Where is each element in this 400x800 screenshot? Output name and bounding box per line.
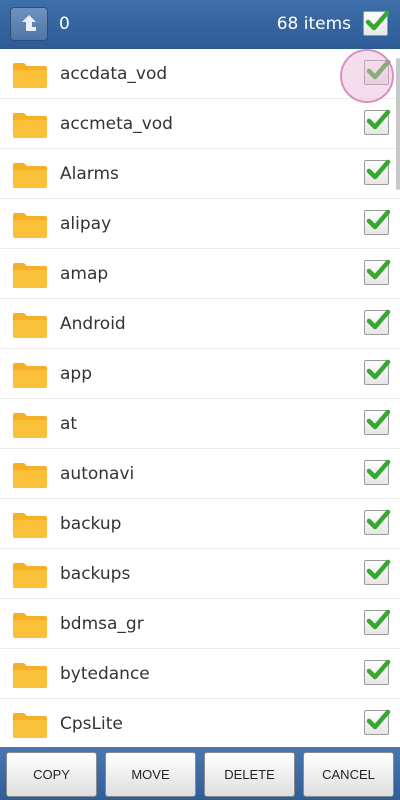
list-item[interactable]: Alarms [0, 149, 400, 199]
checkmark-icon [366, 509, 391, 530]
list-item[interactable]: bytedance [0, 649, 400, 699]
file-name: Android [60, 314, 126, 334]
up-arrow-icon [22, 15, 36, 31]
folder-icon [13, 613, 47, 638]
folder-icon [13, 113, 47, 138]
file-name: accdata_vod [60, 64, 168, 84]
file-name: accmeta_vod [60, 114, 173, 134]
item-checkbox[interactable] [364, 159, 391, 185]
file-name: bdmsa_gr [60, 614, 144, 634]
item-checkbox[interactable] [364, 109, 391, 135]
up-directory-button[interactable] [10, 7, 48, 41]
folder-icon [13, 313, 47, 338]
item-checkbox[interactable] [364, 259, 391, 285]
folder-icon [13, 513, 47, 538]
checkmark-icon [366, 159, 391, 180]
file-name: Alarms [60, 164, 119, 184]
list-item[interactable]: amap [0, 249, 400, 299]
list-item[interactable]: accdata_vod [0, 49, 400, 99]
item-checkbox[interactable] [364, 659, 391, 685]
folder-icon [13, 63, 47, 88]
file-name: backups [60, 564, 131, 584]
item-checkbox[interactable] [364, 409, 391, 435]
item-checkbox[interactable] [364, 609, 391, 635]
list-item[interactable]: Android [0, 299, 400, 349]
checkmark-icon [366, 659, 391, 680]
checkmark-icon [366, 459, 391, 480]
item-checkbox[interactable] [364, 509, 391, 535]
list-item[interactable]: at [0, 399, 400, 449]
cancel-button[interactable]: CANCEL [303, 752, 394, 797]
checkmark-icon [366, 259, 391, 280]
item-checkbox[interactable] [364, 359, 391, 385]
list-item[interactable]: app [0, 349, 400, 399]
checkmark-icon [366, 109, 391, 130]
list-item[interactable]: autonavi [0, 449, 400, 499]
checkmark-icon [366, 209, 391, 230]
item-checkbox[interactable] [364, 309, 391, 335]
item-checkbox[interactable] [364, 559, 391, 585]
checkmark-icon [366, 309, 391, 330]
checkmark-icon [366, 409, 391, 430]
delete-button[interactable]: DELETE [204, 752, 295, 797]
checkmark-icon [366, 359, 391, 380]
file-list: accdata_vod accmeta_vod Alarms alipay amap An… [0, 49, 400, 747]
item-checkbox[interactable] [364, 209, 391, 235]
file-name: backup [60, 514, 122, 534]
folder-icon [13, 663, 47, 688]
copy-button[interactable]: COPY [6, 752, 97, 797]
file-name: app [60, 364, 92, 384]
checkmark-icon [366, 709, 391, 730]
item-checkbox[interactable] [364, 459, 391, 485]
list-item[interactable]: CpsLite [0, 699, 400, 747]
checkmark-icon [365, 10, 390, 31]
file-name: at [60, 414, 78, 434]
header-bar: 0 68 items [0, 0, 400, 49]
folder-icon [13, 213, 47, 238]
file-name: autonavi [60, 464, 135, 484]
list-item[interactable]: bdmsa_gr [0, 599, 400, 649]
list-item[interactable]: backup [0, 499, 400, 549]
select-all-checkbox[interactable] [363, 10, 390, 36]
list-item[interactable]: accmeta_vod [0, 99, 400, 149]
scrollbar[interactable] [396, 58, 400, 190]
file-name: CpsLite [60, 714, 123, 734]
items-count: 68 items [276, 14, 351, 34]
file-name: bytedance [60, 664, 150, 684]
folder-icon [13, 463, 47, 488]
list-item[interactable]: alipay [0, 199, 400, 249]
checkmark-icon [366, 609, 391, 630]
file-name: amap [60, 264, 109, 284]
folder-icon [13, 363, 47, 388]
folder-icon [13, 563, 47, 588]
move-button[interactable]: MOVE [105, 752, 196, 797]
folder-icon [13, 413, 47, 438]
folder-icon [13, 263, 47, 288]
item-checkbox[interactable] [364, 709, 391, 735]
list-item[interactable]: backups [0, 549, 400, 599]
item-checkbox[interactable] [364, 59, 391, 85]
action-bar: COPY MOVE DELETE CANCEL [0, 747, 400, 800]
selected-count: 0 [59, 14, 70, 34]
folder-icon [13, 163, 47, 188]
checkmark-icon [366, 559, 391, 580]
checkmark-icon [366, 59, 391, 80]
file-name: alipay [60, 214, 112, 234]
folder-icon [13, 713, 47, 738]
